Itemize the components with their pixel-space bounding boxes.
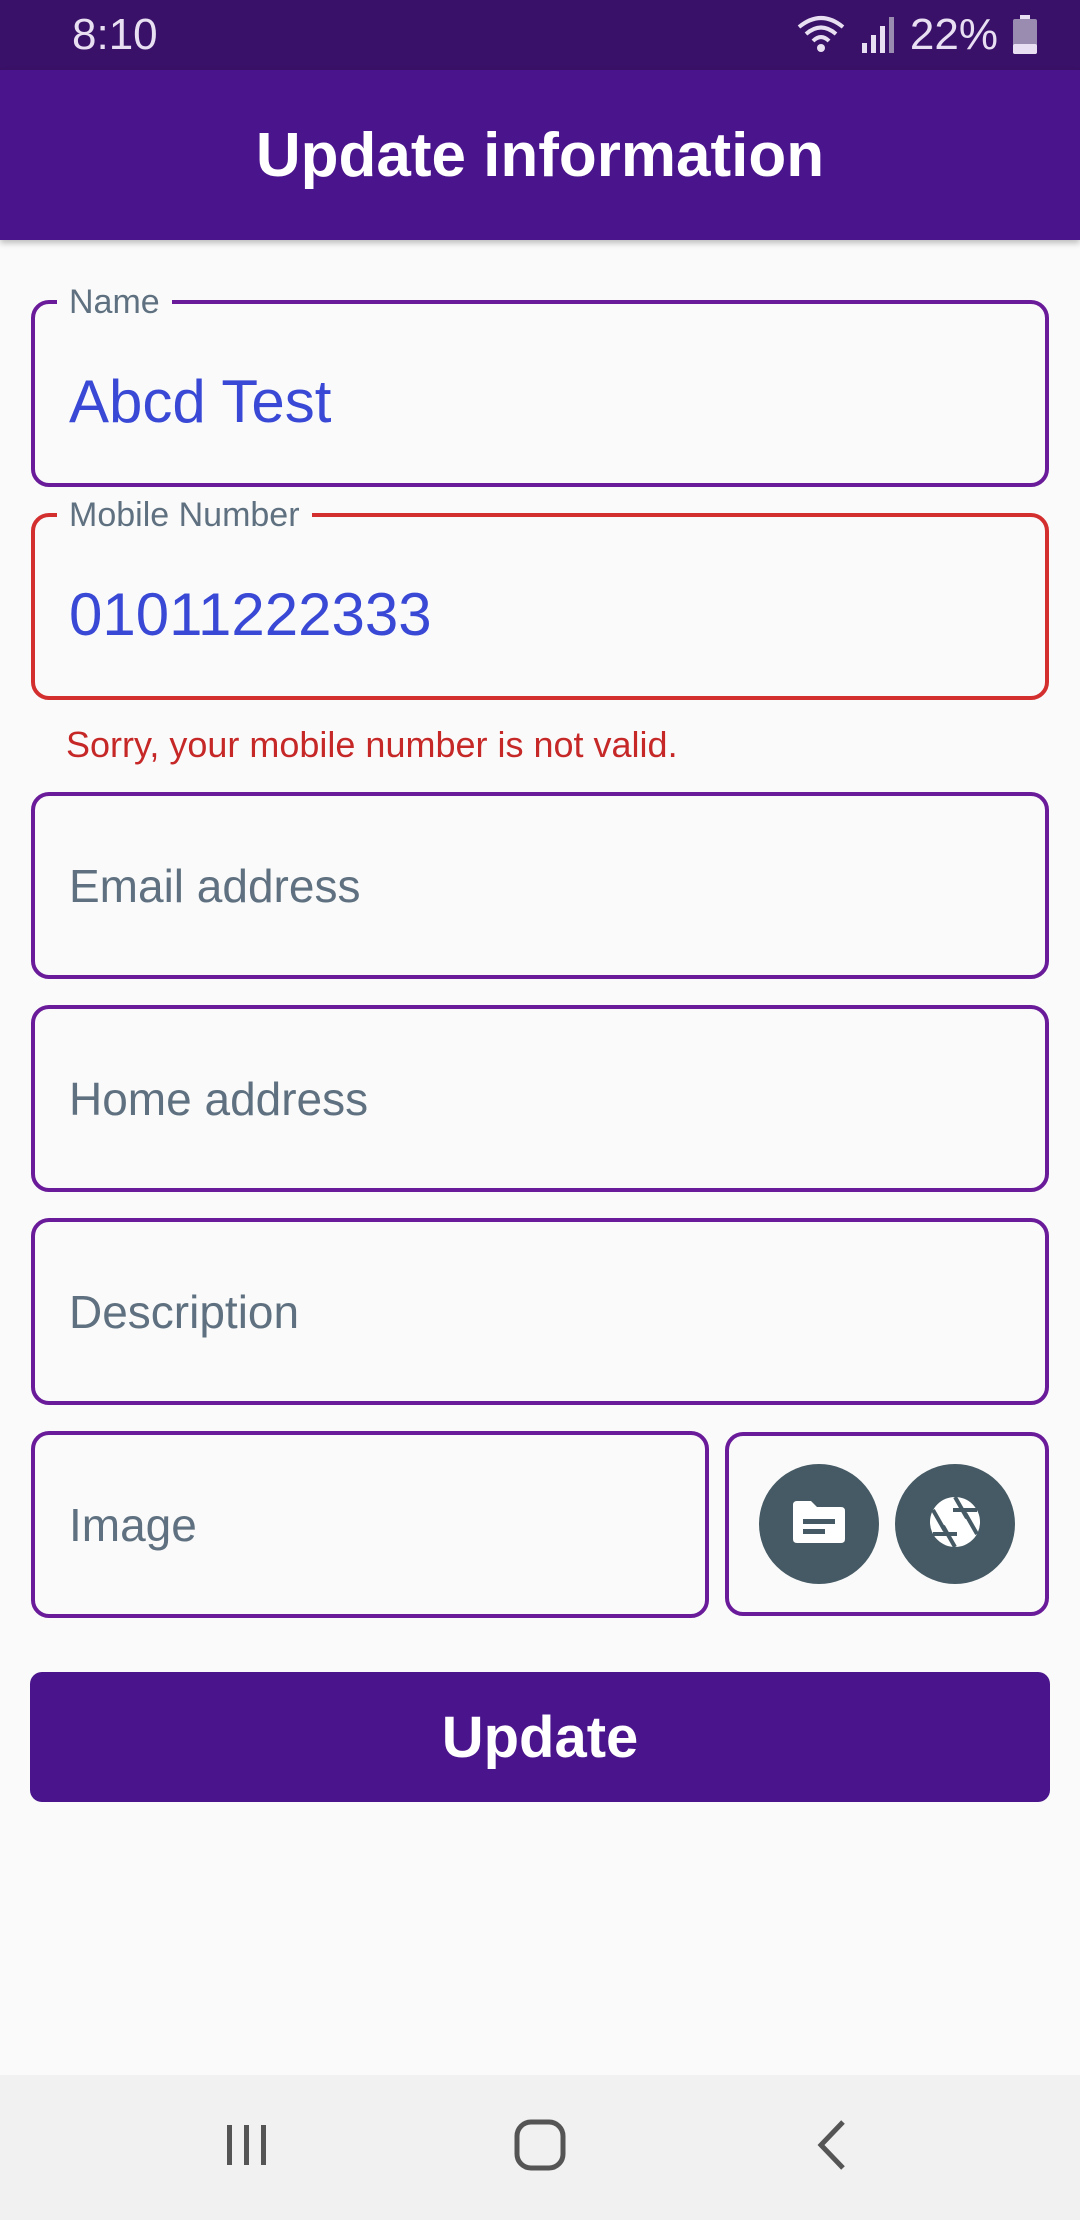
status-bar: 8:10 22%	[0, 0, 1080, 70]
mobile-number-field[interactable]: Mobile Number 01011222333	[31, 495, 1049, 700]
wifi-icon	[796, 15, 846, 55]
image-placeholder: Image	[69, 1498, 197, 1551]
home-icon	[513, 2118, 567, 2177]
description-placeholder: Description	[69, 1285, 300, 1338]
take-photo-button[interactable]	[895, 1464, 1015, 1584]
pick-file-button[interactable]	[759, 1464, 879, 1584]
battery-percent: 22%	[909, 10, 998, 59]
file-icon	[791, 1499, 847, 1550]
status-icons: 22%	[796, 10, 1038, 60]
page-title: Update information	[255, 120, 825, 190]
recent-apps-button[interactable]	[187, 2098, 307, 2198]
mobile-number-value: 01011222333	[69, 581, 432, 648]
name-field[interactable]: Name Abcd Test	[31, 282, 1049, 487]
update-button[interactable]: Update	[30, 1672, 1050, 1802]
email-field[interactable]: Email address	[31, 792, 1049, 979]
mobile-error-message: Sorry, your mobile number is not valid.	[66, 724, 678, 765]
status-time: 8:10	[72, 10, 158, 59]
home-address-placeholder: Home address	[69, 1072, 369, 1125]
app-bar: Update information	[0, 70, 1080, 240]
system-nav-bar	[0, 2075, 1080, 2220]
back-button[interactable]	[773, 2098, 893, 2198]
camera-shutter-icon	[927, 1494, 983, 1555]
back-icon	[813, 2118, 853, 2177]
signal-icon	[860, 15, 896, 55]
home-address-field[interactable]: Home address	[31, 1005, 1049, 1192]
image-picker-box	[725, 1432, 1049, 1616]
description-field[interactable]: Description	[31, 1218, 1049, 1405]
home-button[interactable]	[480, 2098, 600, 2198]
name-value: Abcd Test	[69, 368, 332, 435]
recent-apps-icon	[222, 2120, 272, 2175]
battery-icon	[1012, 15, 1038, 55]
email-placeholder: Email address	[69, 859, 361, 912]
image-field[interactable]: Image	[31, 1431, 709, 1618]
